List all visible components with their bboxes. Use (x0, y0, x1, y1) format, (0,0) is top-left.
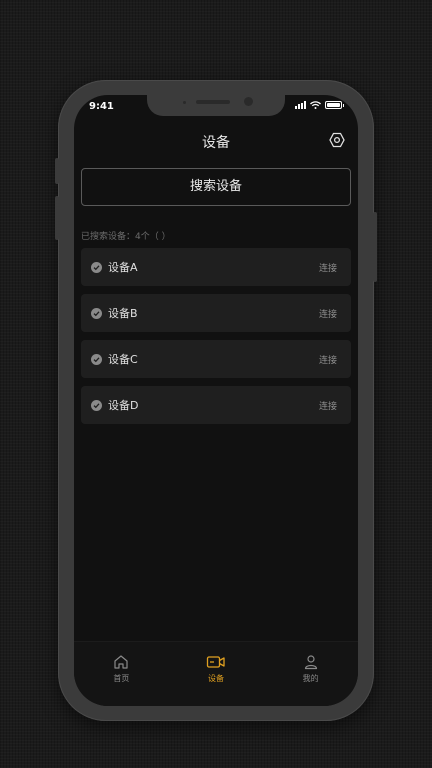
check-circle-icon (91, 399, 102, 411)
found-count-label: 已搜索设备：4个（ ） (81, 232, 171, 242)
device-name: 设备D (108, 399, 139, 412)
device-row[interactable]: 设备D 连接 (81, 386, 351, 424)
status-icons (295, 101, 344, 109)
home-icon (114, 655, 128, 669)
battery-icon (325, 101, 344, 109)
phone-side-button (373, 212, 377, 282)
status-time: 9:41 (89, 101, 114, 112)
connect-button[interactable]: 连接 (319, 261, 337, 274)
connect-button[interactable]: 连接 (319, 307, 337, 320)
device-row[interactable]: 设备A 连接 (81, 248, 351, 286)
tab-home[interactable]: 首页 (86, 654, 156, 706)
tab-profile-label: 我的 (302, 674, 319, 683)
check-circle-icon (91, 261, 102, 273)
phone-side-button (55, 158, 59, 184)
camera-icon (206, 656, 225, 668)
phone-side-button (55, 196, 59, 240)
signal-icon (295, 101, 306, 109)
device-list: 设备A 连接 设备B 连接 设备C 连接 设备D 连接 (81, 248, 351, 432)
tab-home-label: 首页 (113, 674, 130, 683)
tab-profile[interactable]: 我的 (276, 654, 346, 706)
connect-button[interactable]: 连接 (319, 399, 337, 412)
phone-notch (147, 95, 285, 116)
device-name: 设备B (108, 307, 138, 320)
search-devices-button[interactable]: 搜索设备 (81, 168, 351, 206)
device-name: 设备C (108, 353, 138, 366)
check-circle-icon (91, 307, 102, 319)
bottom-tab-bar: 首页 设备 我的 (74, 641, 358, 706)
speaker (196, 100, 230, 104)
page-title: 设备 (202, 135, 230, 151)
front-camera (244, 97, 253, 106)
device-row[interactable]: 设备B 连接 (81, 294, 351, 332)
tab-device-label: 设备 (207, 674, 224, 683)
connect-button[interactable]: 连接 (319, 353, 337, 366)
check-circle-icon (91, 353, 102, 365)
device-name: 设备A (108, 261, 138, 274)
tab-device[interactable]: 设备 (181, 654, 251, 706)
app-screen: 9:41 设备 搜索设备 已搜索设备：4个（ ） 设备A 连接 设备B 连接 设… (74, 95, 358, 706)
user-icon (304, 655, 317, 670)
settings-hexagon-icon[interactable] (329, 132, 345, 148)
sensor-dot (183, 101, 186, 104)
wifi-icon (310, 101, 321, 109)
device-row[interactable]: 设备C 连接 (81, 340, 351, 378)
